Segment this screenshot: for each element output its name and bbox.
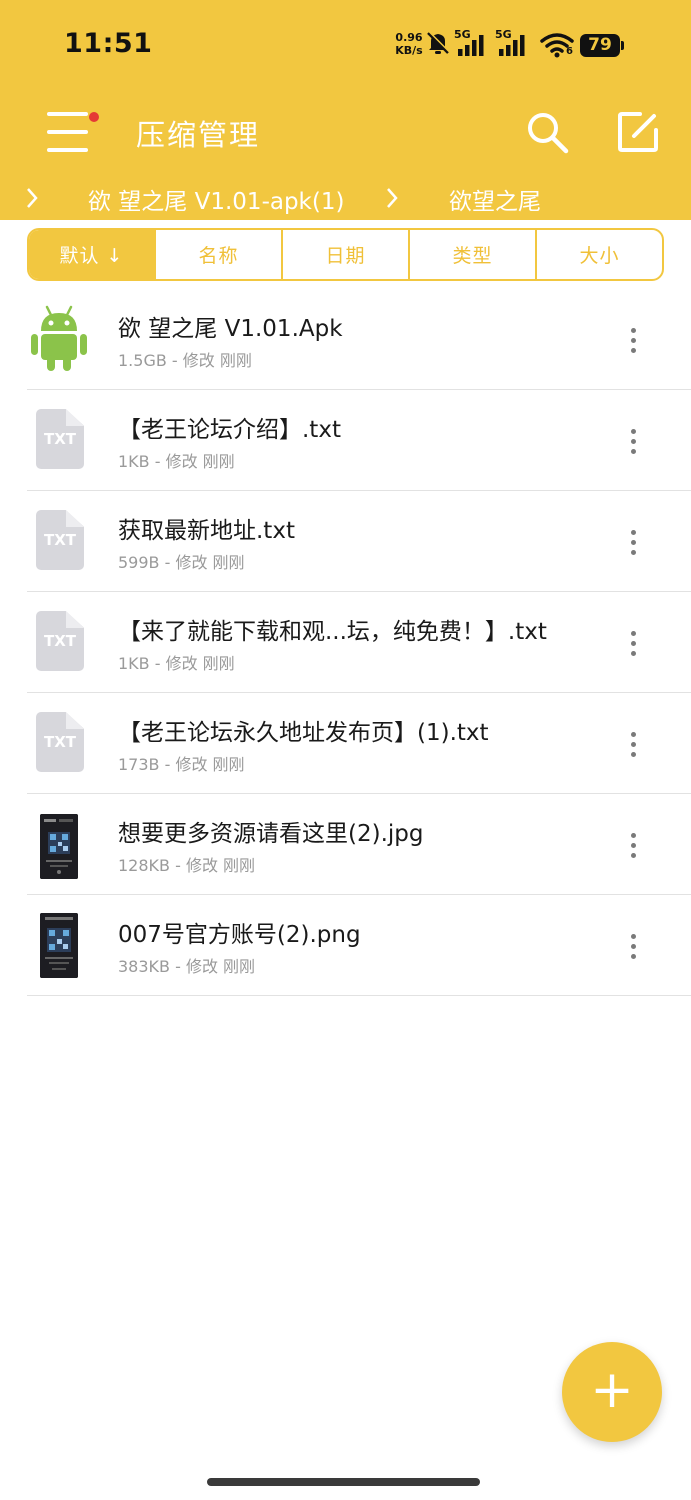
file-name: 007号官方账号(2).png bbox=[118, 922, 361, 948]
file-meta: 128KB - 修改 刚刚 bbox=[118, 856, 256, 875]
breadcrumb-item-archive[interactable]: 欲 望之尾 V1.01-apk(1) bbox=[88, 182, 344, 216]
file-name: 获取最新地址.txt bbox=[118, 518, 295, 544]
file-name: 想要更多资源请看这里(2).jpg bbox=[118, 821, 424, 847]
menu-line bbox=[47, 112, 88, 116]
wifi-label: 6 bbox=[566, 46, 573, 57]
signal-icon bbox=[458, 35, 484, 56]
txt-icon-label: TXT bbox=[43, 531, 77, 549]
status-time: 11:51 bbox=[64, 28, 153, 59]
txt-icon-label: TXT bbox=[43, 632, 77, 650]
network-speed-unit: KB/s bbox=[395, 44, 423, 57]
page-title: 压缩管理 bbox=[136, 118, 261, 152]
image-thumbnail bbox=[40, 814, 78, 879]
sort-tab-name[interactable]: 名称 bbox=[154, 230, 281, 279]
menu-icon[interactable] bbox=[40, 106, 99, 158]
more-options-icon[interactable] bbox=[622, 729, 644, 761]
breadcrumb-item-folder[interactable]: 欲望之尾 bbox=[449, 182, 541, 216]
sort-tab-type[interactable]: 类型 bbox=[408, 230, 535, 279]
file-meta: 173B - 修改 刚刚 bbox=[118, 755, 245, 774]
txt-file-icon: TXT bbox=[36, 510, 84, 570]
file-name: 【老王论坛永久地址发布页】(1).txt bbox=[118, 720, 489, 746]
txt-file-icon: TXT bbox=[36, 712, 84, 772]
battery-icon: 79 bbox=[580, 34, 620, 57]
plus-icon: + bbox=[590, 1360, 634, 1420]
file-meta: 1KB - 修改 刚刚 bbox=[118, 654, 235, 673]
file-row[interactable]: TXT 【来了就能下载和观...坛，纯免费！】.txt 1KB - 修改 刚刚 bbox=[0, 592, 691, 693]
file-row[interactable]: 007号官方账号(2).png 383KB - 修改 刚刚 bbox=[0, 895, 691, 996]
toolbar: 压缩管理 bbox=[0, 92, 691, 172]
image-thumbnail bbox=[40, 913, 78, 978]
network-speed: 0.96 KB/s bbox=[392, 31, 426, 57]
file-meta: 1KB - 修改 刚刚 bbox=[118, 452, 235, 471]
chevron-right-icon bbox=[27, 188, 38, 208]
file-name: 欲 望之尾 V1.01.Apk bbox=[118, 316, 343, 342]
more-options-icon[interactable] bbox=[622, 426, 644, 458]
sort-bar: 默认 ↓ 名称 日期 类型 大小 bbox=[27, 228, 664, 281]
txt-icon-label: TXT bbox=[43, 430, 77, 448]
txt-icon-label: TXT bbox=[43, 733, 77, 751]
file-meta: 599B - 修改 刚刚 bbox=[118, 553, 245, 572]
add-button[interactable]: + bbox=[562, 1342, 662, 1442]
file-row[interactable]: TXT 【老王论坛永久地址发布页】(1).txt 173B - 修改 刚刚 bbox=[0, 693, 691, 794]
app-header: 11:51 0.96 KB/s 5G 5G 6 79 压缩管理 欲 望之尾 V1… bbox=[0, 0, 691, 220]
more-options-icon[interactable] bbox=[622, 325, 644, 357]
chevron-right-icon bbox=[387, 188, 398, 208]
file-row[interactable]: 欲 望之尾 V1.01.Apk 1.5GB - 修改 刚刚 bbox=[0, 289, 691, 390]
sort-tab-default[interactable]: 默认 ↓ bbox=[29, 230, 154, 279]
sort-tab-size[interactable]: 大小 bbox=[535, 230, 662, 279]
sort-tab-date[interactable]: 日期 bbox=[281, 230, 408, 279]
file-row[interactable]: TXT 获取最新地址.txt 599B - 修改 刚刚 bbox=[0, 491, 691, 592]
menu-line bbox=[47, 148, 88, 152]
menu-line bbox=[47, 130, 88, 134]
notification-dot bbox=[89, 112, 99, 122]
mute-icon bbox=[427, 30, 450, 54]
file-meta: 1.5GB - 修改 刚刚 bbox=[118, 351, 252, 370]
file-row[interactable]: TXT 【老王论坛介绍】.txt 1KB - 修改 刚刚 bbox=[0, 390, 691, 491]
more-options-icon[interactable] bbox=[622, 931, 644, 963]
file-name: 【老王论坛介绍】.txt bbox=[118, 417, 341, 443]
file-list: 欲 望之尾 V1.01.Apk 1.5GB - 修改 刚刚 TXT 【老王论坛介… bbox=[0, 289, 691, 996]
txt-file-icon: TXT bbox=[36, 611, 84, 671]
signal-icon bbox=[499, 35, 525, 56]
txt-file-icon: TXT bbox=[36, 409, 84, 469]
more-options-icon[interactable] bbox=[622, 527, 644, 559]
file-meta: 383KB - 修改 刚刚 bbox=[118, 957, 256, 976]
android-icon bbox=[31, 305, 87, 371]
file-row[interactable]: 想要更多资源请看这里(2).jpg 128KB - 修改 刚刚 bbox=[0, 794, 691, 895]
status-bar: 11:51 0.96 KB/s 5G 5G 6 79 bbox=[0, 0, 691, 92]
home-indicator[interactable] bbox=[207, 1478, 480, 1486]
network-speed-value: 0.96 bbox=[395, 31, 423, 44]
edit-icon[interactable] bbox=[614, 108, 662, 156]
file-name: 【来了就能下载和观...坛，纯免费！】.txt bbox=[118, 619, 547, 645]
more-options-icon[interactable] bbox=[622, 830, 644, 862]
battery-tip bbox=[621, 41, 624, 50]
breadcrumb: 欲 望之尾 V1.01-apk(1) 欲望之尾 bbox=[0, 176, 691, 220]
more-options-icon[interactable] bbox=[622, 628, 644, 660]
search-icon[interactable] bbox=[523, 108, 571, 156]
